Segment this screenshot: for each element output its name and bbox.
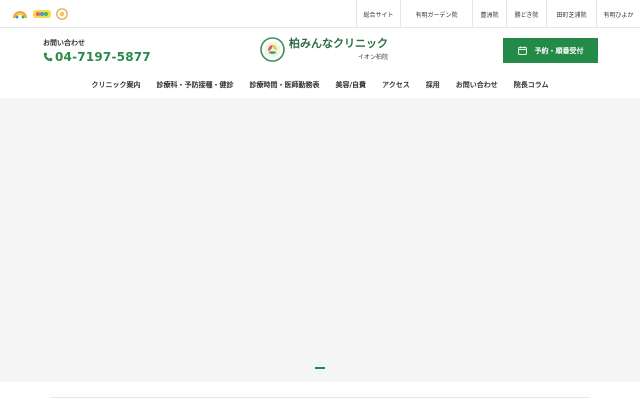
- clinic-logo-icon: [260, 37, 285, 62]
- phone-icon: [43, 52, 53, 62]
- toplink-toyosu[interactable]: 豊洲院: [472, 0, 506, 28]
- toplink-general-site[interactable]: 総合サイト: [356, 0, 400, 28]
- toplink-ariake-hiyoka[interactable]: 有明ひよか: [596, 0, 640, 28]
- clinic-branch: イオン柏院: [357, 53, 388, 61]
- clinic-name: 柏みんなクリニック: [289, 37, 388, 51]
- reserve-button[interactable]: 予約・順番受付: [503, 38, 598, 63]
- clinic-logo[interactable]: 柏みんなクリニック イオン柏院: [260, 37, 388, 62]
- toplink-ariake-garden[interactable]: 有明ガーデン院: [400, 0, 472, 28]
- calendar-icon: [517, 46, 527, 55]
- nav-item-departments[interactable]: 診療科・予防接種・健診: [148, 80, 241, 90]
- affiliate-links: 総合サイト 有明ガーデン院 豊洲院 勝どき院 田町芝浦院 有明ひよか: [356, 0, 640, 28]
- phone-number: 04-7197-5877: [55, 50, 151, 64]
- content-start: [0, 382, 640, 400]
- contact-label: お問い合わせ: [43, 39, 85, 47]
- nav-item-column[interactable]: 院長コラム: [506, 80, 557, 90]
- clinic-logo-text: 柏みんなクリニック イオン柏院: [289, 37, 388, 61]
- nav-item-recruit[interactable]: 採用: [418, 80, 448, 90]
- rainbow-logo-icon[interactable]: [12, 8, 28, 20]
- main-nav: クリニック案内 診療科・予防接種・健診 診療時間・医師勤務表 美容/自費 アクセ…: [0, 72, 640, 98]
- nav-item-beauty[interactable]: 美容/自費: [327, 80, 374, 90]
- phone-link[interactable]: 04-7197-5877: [43, 50, 151, 64]
- group-logos: [12, 7, 68, 21]
- nav-item-contact[interactable]: お問い合わせ: [448, 80, 506, 90]
- reserve-button-label: 予約・順番受付: [534, 46, 584, 55]
- top-utility-bar: 総合サイト 有明ガーデン院 豊洲院 勝どき院 田町芝浦院 有明ひよか: [0, 0, 640, 28]
- nav-item-clinic-info[interactable]: クリニック案内: [83, 80, 148, 90]
- hero-slider: [0, 98, 640, 382]
- kids-clinic-logo-icon[interactable]: [32, 8, 52, 20]
- round-emblem-logo-icon[interactable]: [56, 8, 68, 20]
- nav-item-hours[interactable]: 診療時間・医師勤務表: [241, 80, 327, 90]
- slide-indicator-active[interactable]: [315, 367, 325, 369]
- nav-item-access[interactable]: アクセス: [374, 80, 418, 90]
- site-header: お問い合わせ 04-7197-5877 柏みんなクリニック イオン柏院 予約・順…: [0, 28, 640, 72]
- toplink-tamachi-shibaura[interactable]: 田町芝浦院: [546, 0, 596, 28]
- contact-block: お問い合わせ 04-7197-5877: [43, 38, 151, 64]
- toplink-kachidoki[interactable]: 勝どき院: [506, 0, 546, 28]
